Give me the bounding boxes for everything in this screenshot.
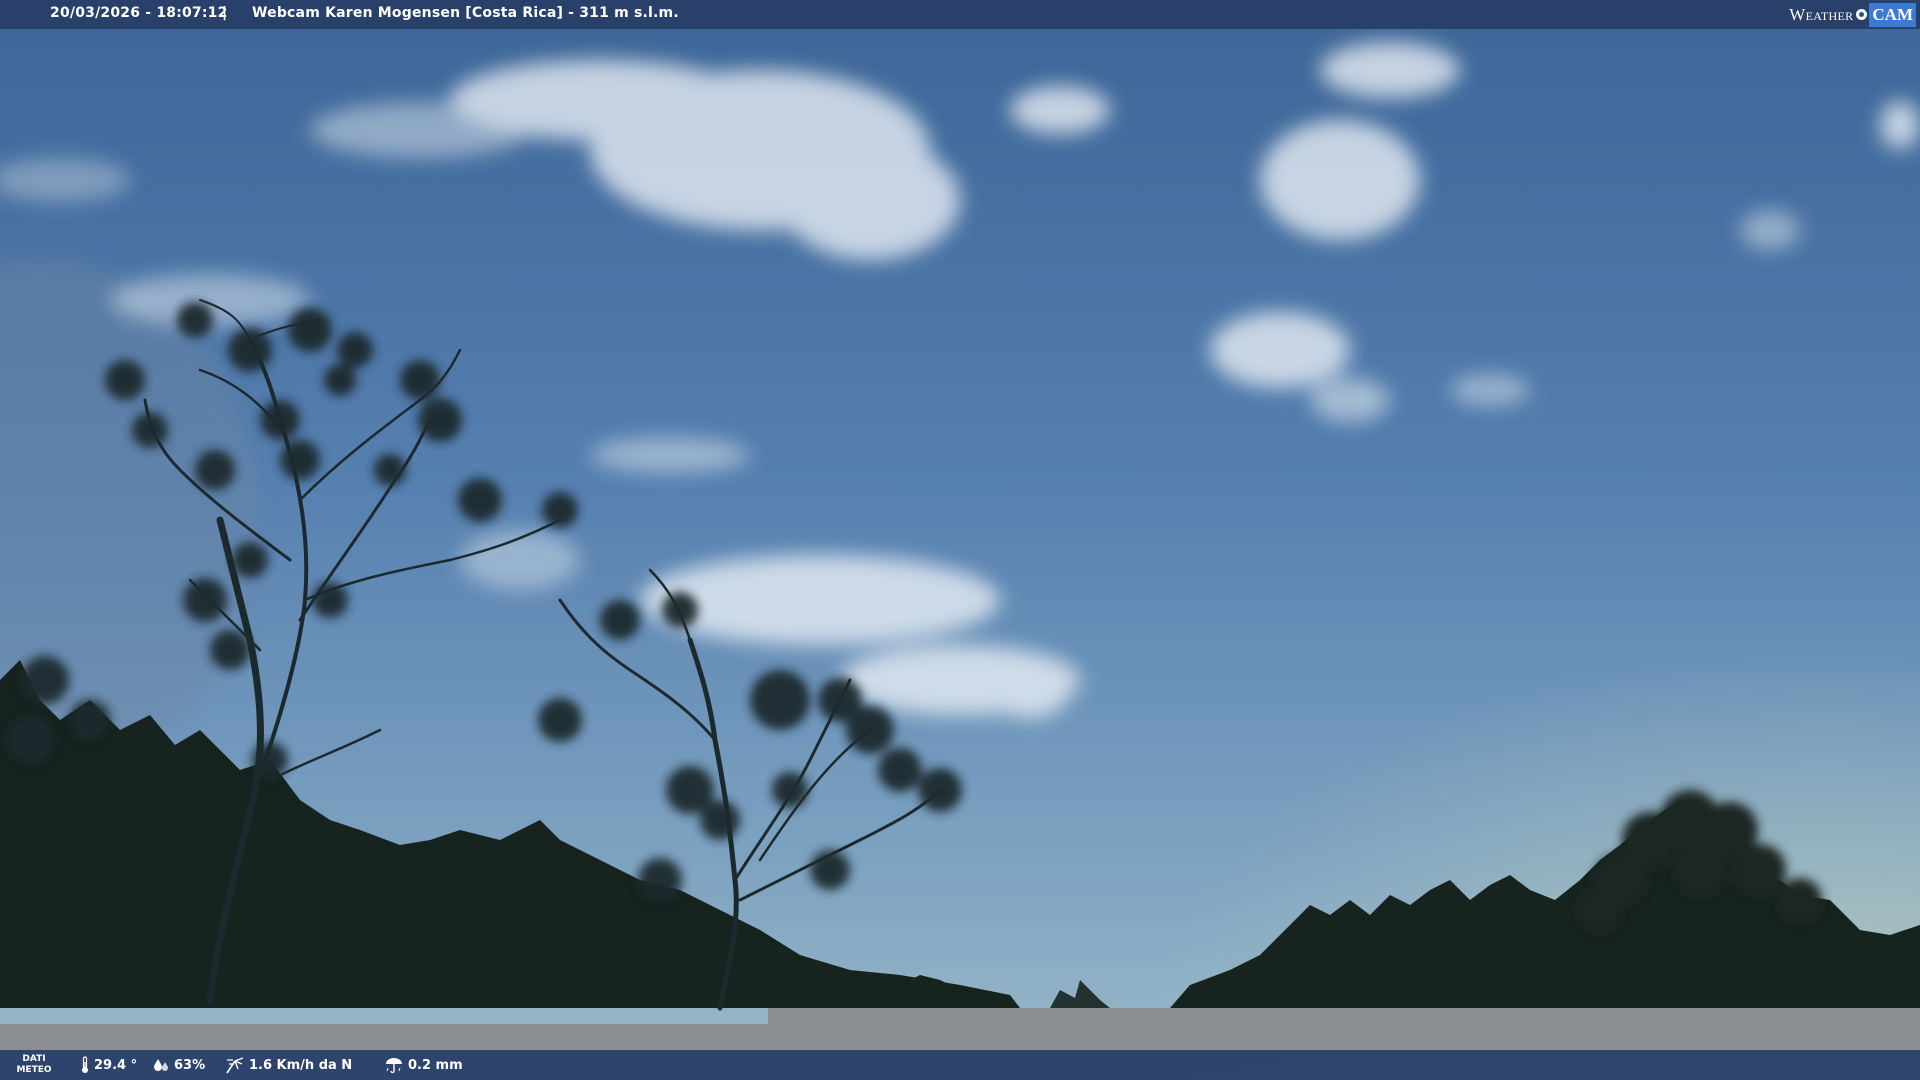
logo-word-weather: Weather (1789, 4, 1854, 24)
webcam-sky-scene (0, 0, 1920, 1080)
rain-reading: 0.2 mm (384, 1056, 463, 1074)
rain-icon (386, 1058, 402, 1074)
dati-meteo-label[interactable]: DATI METEO (14, 1054, 54, 1076)
humidity-reading: 63% (152, 1056, 205, 1074)
thermometer-icon (82, 1056, 88, 1073)
webcam-title: Webcam Karen Mogensen [Costa Rica] - 311… (252, 5, 679, 21)
bottom-weather-bar: DATI METEO 29.4 ° 63% 1.6 Km/h da N 0.2 … (0, 1050, 1920, 1080)
dati-label-line2: METEO (16, 1065, 52, 1075)
dati-label-line1: DATI (22, 1054, 46, 1064)
weathercam-logo[interactable]: Weather CAM (1789, 0, 1920, 29)
temperature-reading: 29.4 ° (80, 1056, 137, 1074)
humidity-drops-icon (154, 1059, 168, 1071)
wind-value: 1.6 Km/h da N (249, 1057, 353, 1073)
timestamp: 20/03/2026 - 18:07:12 (50, 5, 228, 21)
wind-reading: 1.6 Km/h da N (225, 1056, 352, 1074)
logo-word-cam: CAM (1869, 2, 1916, 27)
rain-value: 0.2 mm (408, 1057, 463, 1073)
lower-left-strip (0, 1024, 768, 1050)
temperature-value: 29.4 ° (94, 1057, 138, 1073)
humidity-value: 63% (174, 1057, 206, 1073)
grey-info-strip (768, 1008, 1920, 1050)
top-info-bar: 20/03/2026 - 18:07:12 | Webcam Karen Mog… (0, 0, 1920, 29)
wind-icon (226, 1057, 244, 1074)
logo-dot-icon (1856, 9, 1868, 20)
separator: | (222, 5, 228, 21)
